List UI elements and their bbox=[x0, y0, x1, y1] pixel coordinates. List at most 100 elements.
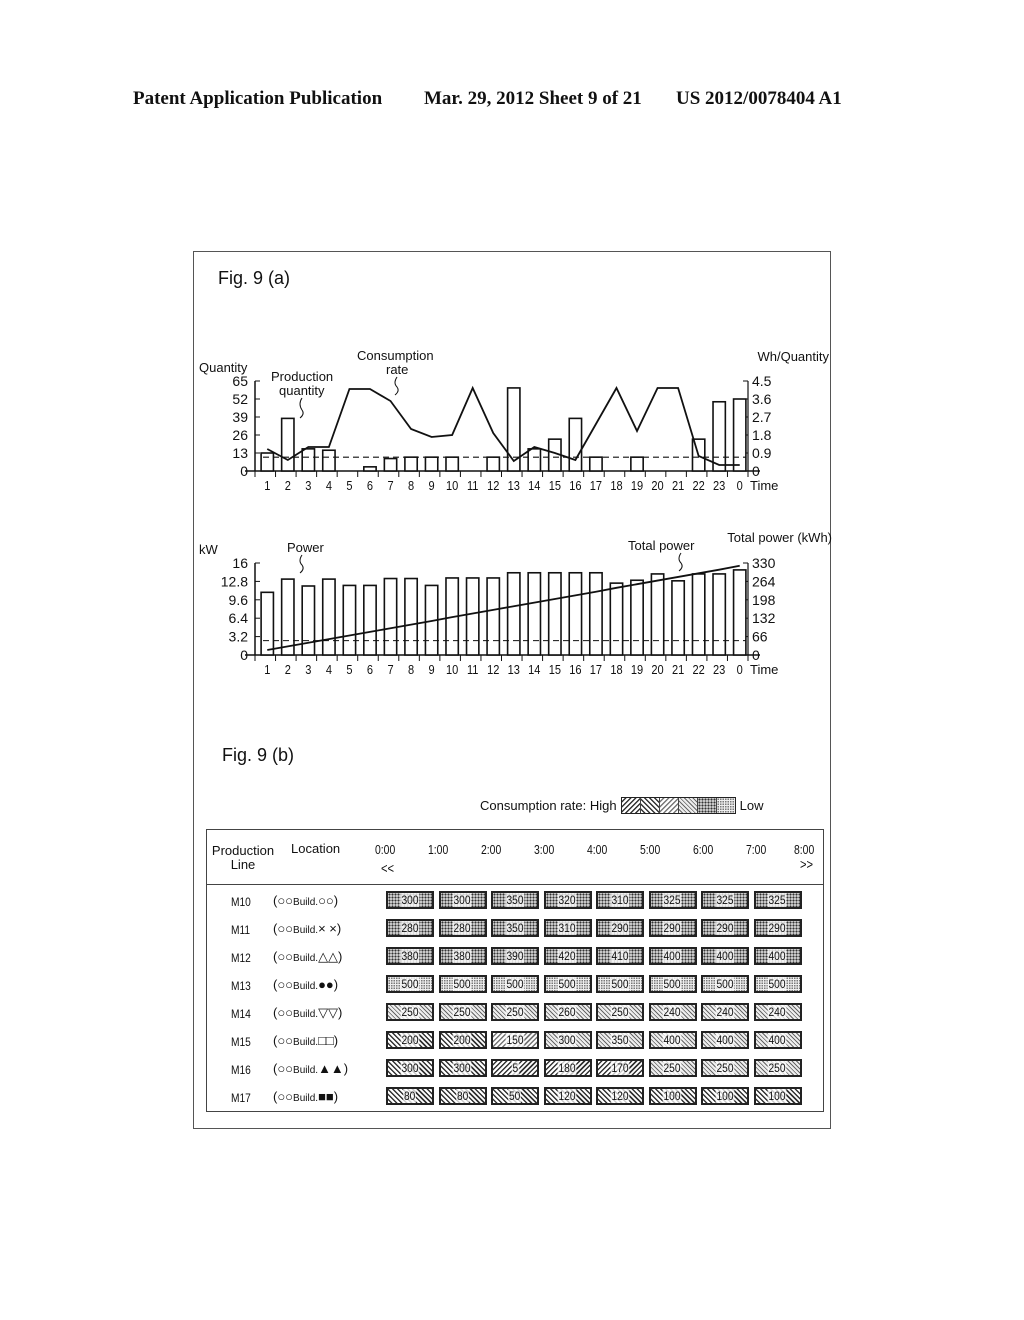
consumption-cell[interactable]: 280 bbox=[386, 919, 434, 937]
legend-label: Consumption rate: bbox=[480, 798, 587, 813]
consumption-value: 250 bbox=[505, 1005, 525, 1019]
consumption-cell[interactable]: 400 bbox=[648, 947, 697, 965]
consumption-cell[interactable]: 500 bbox=[438, 975, 487, 993]
consumption-value: 200 bbox=[400, 1033, 420, 1047]
consumption-cell[interactable]: 310 bbox=[596, 891, 644, 909]
consumption-value: 100 bbox=[768, 1089, 787, 1103]
consumption-cell[interactable]: 250 bbox=[648, 1059, 697, 1077]
consumption-cell[interactable]: 380 bbox=[438, 947, 487, 965]
consumption-cell[interactable]: 290 bbox=[648, 919, 697, 937]
consumption-cell[interactable]: 100 bbox=[753, 1087, 802, 1105]
consumption-cell[interactable]: 310 bbox=[543, 919, 592, 937]
consumption-value: 280 bbox=[400, 921, 420, 935]
consumption-cell[interactable]: 50 bbox=[491, 1087, 539, 1105]
consumption-cell[interactable]: 80 bbox=[386, 1087, 434, 1105]
consumption-cell[interactable]: 500 bbox=[386, 975, 434, 993]
consumption-value: 420 bbox=[558, 949, 577, 963]
consumption-value: 300 bbox=[400, 893, 420, 907]
consumption-cell[interactable]: 120 bbox=[543, 1087, 592, 1105]
consumption-value: 400 bbox=[715, 1033, 735, 1047]
time-header: 2:00 bbox=[481, 842, 502, 857]
scroll-prev-button[interactable]: << bbox=[381, 860, 394, 876]
consumption-cell[interactable]: 300 bbox=[543, 1031, 592, 1049]
consumption-cell[interactable]: 170 bbox=[596, 1059, 644, 1077]
consumption-cell[interactable]: 500 bbox=[648, 975, 697, 993]
consumption-cell[interactable]: 290 bbox=[596, 919, 644, 937]
consumption-cell[interactable]: 240 bbox=[753, 1003, 802, 1021]
consumption-cell[interactable]: 400 bbox=[753, 1031, 802, 1049]
consumption-value: 390 bbox=[505, 949, 525, 963]
legend-swatch-4 bbox=[678, 798, 698, 813]
consumption-value: 250 bbox=[663, 1061, 682, 1075]
consumption-cell[interactable]: 300 bbox=[438, 891, 487, 909]
consumption-cell[interactable]: 200 bbox=[438, 1031, 487, 1049]
location-building: Build. bbox=[293, 1065, 319, 1076]
consumption-cell[interactable]: 380 bbox=[386, 947, 434, 965]
consumption-cell[interactable]: 100 bbox=[648, 1087, 697, 1105]
consumption-cell[interactable]: 180 bbox=[543, 1059, 592, 1077]
location-building: Build. bbox=[293, 1009, 319, 1020]
consumption-value: 500 bbox=[558, 977, 577, 991]
consumption-cell[interactable]: 390 bbox=[491, 947, 539, 965]
time-header: 3:00 bbox=[534, 842, 555, 857]
table-row: M11 (○○Build.× ×) 280 280 350 310 290 290 290 290 bbox=[207, 916, 823, 944]
consumption-cell[interactable]: 410 bbox=[596, 947, 644, 965]
consumption-cell[interactable]: 240 bbox=[701, 1003, 749, 1021]
consumption-cell[interactable]: 350 bbox=[596, 1031, 644, 1049]
consumption-cell[interactable]: 325 bbox=[753, 891, 802, 909]
production-line-id: M16 bbox=[231, 1063, 251, 1077]
consumption-cell[interactable]: 420 bbox=[543, 947, 592, 965]
consumption-cell[interactable]: 290 bbox=[753, 919, 802, 937]
consumption-cell[interactable]: 300 bbox=[386, 891, 434, 909]
consumption-cell[interactable]: 120 bbox=[596, 1087, 644, 1105]
consumption-cell[interactable]: 100 bbox=[701, 1087, 749, 1105]
consumption-cell[interactable]: 500 bbox=[753, 975, 802, 993]
consumption-cell[interactable]: 200 bbox=[386, 1031, 434, 1049]
consumption-cell[interactable]: 250 bbox=[491, 1003, 539, 1021]
consumption-value: 400 bbox=[768, 1033, 787, 1047]
location-building: Build. bbox=[293, 897, 319, 908]
consumption-table: Production Line Location 0:00 1:00 2:00 3:0… bbox=[206, 829, 824, 1112]
consumption-cell[interactable]: 250 bbox=[701, 1059, 749, 1077]
location: (○○Build.× ×) bbox=[273, 921, 342, 936]
consumption-cell[interactable]: 350 bbox=[491, 919, 539, 937]
consumption-cell[interactable]: 400 bbox=[701, 1031, 749, 1049]
consumption-cell[interactable]: 250 bbox=[438, 1003, 487, 1021]
header-production-line: Production Line bbox=[211, 843, 275, 872]
production-line-id: M13 bbox=[231, 979, 251, 993]
consumption-value: 380 bbox=[400, 949, 420, 963]
consumption-cell[interactable]: 240 bbox=[648, 1003, 697, 1021]
consumption-cell[interactable]: 320 bbox=[543, 891, 592, 909]
consumption-cell[interactable]: 400 bbox=[753, 947, 802, 965]
consumption-cell[interactable]: 500 bbox=[491, 975, 539, 993]
consumption-cell[interactable]: 400 bbox=[648, 1031, 697, 1049]
consumption-cell[interactable]: 500 bbox=[701, 975, 749, 993]
consumption-cell[interactable]: 350 bbox=[491, 891, 539, 909]
consumption-rate-legend: Consumption rate: High Low bbox=[480, 797, 763, 814]
scroll-next-button[interactable]: >> bbox=[800, 856, 813, 872]
consumption-cell[interactable]: 280 bbox=[438, 919, 487, 937]
consumption-cell[interactable]: 300 bbox=[438, 1059, 487, 1077]
consumption-cell[interactable]: 400 bbox=[701, 947, 749, 965]
consumption-value: 240 bbox=[663, 1005, 682, 1019]
consumption-cell[interactable]: 325 bbox=[648, 891, 697, 909]
consumption-value: 290 bbox=[663, 921, 682, 935]
consumption-cell[interactable]: 250 bbox=[753, 1059, 802, 1077]
consumption-cell[interactable]: 5 bbox=[491, 1059, 539, 1077]
consumption-cell[interactable]: 325 bbox=[701, 891, 749, 909]
consumption-value: 350 bbox=[610, 1033, 630, 1047]
consumption-cell[interactable]: 150 bbox=[491, 1031, 539, 1049]
consumption-cell[interactable]: 250 bbox=[386, 1003, 434, 1021]
consumption-cell[interactable]: 290 bbox=[701, 919, 749, 937]
consumption-cell[interactable]: 260 bbox=[543, 1003, 592, 1021]
publication-date-sheet: Mar. 29, 2012 Sheet 9 of 21 bbox=[424, 88, 642, 109]
table-row: M16 (○○Build.▲▲) 300 300 5 180 170 250 250 250 bbox=[207, 1056, 823, 1084]
consumption-cell[interactable]: 300 bbox=[386, 1059, 434, 1077]
consumption-cell[interactable]: 500 bbox=[596, 975, 644, 993]
consumption-cell[interactable]: 250 bbox=[596, 1003, 644, 1021]
consumption-value: 410 bbox=[610, 949, 630, 963]
page-header: Patent Application Publication Mar. 29, … bbox=[0, 88, 1024, 118]
legend-swatches bbox=[620, 797, 736, 814]
consumption-cell[interactable]: 80 bbox=[438, 1087, 487, 1105]
consumption-cell[interactable]: 500 bbox=[543, 975, 592, 993]
